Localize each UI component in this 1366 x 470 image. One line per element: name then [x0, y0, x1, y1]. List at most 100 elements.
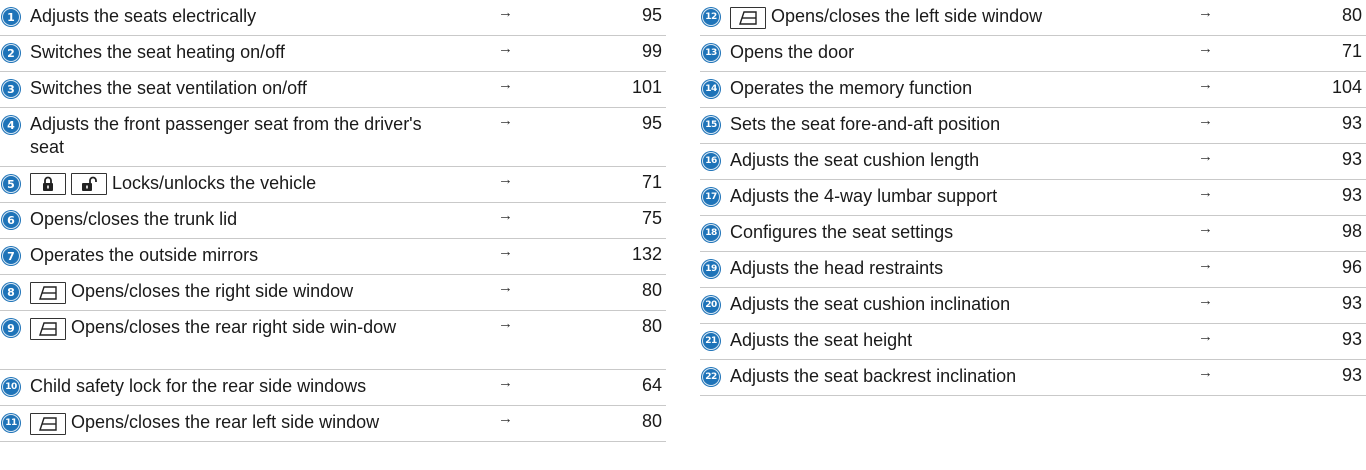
list-item: 19 Adjusts the head restraints → 96	[700, 252, 1366, 288]
item-description-with-keys: Locks/unlocks the vehicle	[30, 167, 450, 195]
page-reference[interactable]: 93	[1302, 113, 1362, 134]
item-label: Locks/unlocks the vehicle	[112, 173, 317, 193]
page-reference[interactable]: 80	[1302, 5, 1362, 26]
page-reference-arrow: →	[1198, 328, 1213, 345]
list-item: 6 Opens/closes the trunk lid → 75	[0, 203, 666, 239]
item-description: Opens/closes the trunk lid	[30, 209, 238, 229]
list-item: 11 Opens/closes the rear left side windo…	[0, 406, 666, 442]
page-reference-arrow: →	[1198, 4, 1213, 21]
left-column: 1 Adjusts the seats electrically → 95 2 …	[0, 0, 666, 442]
page-reference-arrow: →	[1198, 364, 1213, 381]
window-icon	[730, 7, 766, 29]
list-item: 7 Operates the outside mirrors → 132	[0, 239, 666, 275]
item-number-badge: 22	[702, 368, 720, 386]
page-reference-arrow: →	[1198, 112, 1213, 129]
page-reference[interactable]: 93	[1302, 329, 1362, 350]
item-number-badge: 14	[702, 80, 720, 98]
page-reference[interactable]: 98	[1302, 221, 1362, 242]
item-description: Adjusts the seat backrest inclination	[730, 366, 1017, 386]
window-icon	[30, 282, 66, 304]
page-reference-arrow: →	[1198, 184, 1213, 201]
list-item: 18 Configures the seat settings → 98	[700, 216, 1366, 252]
item-number-badge: 16	[702, 152, 720, 170]
page-reference[interactable]: 95	[602, 5, 662, 26]
page-reference[interactable]: 104	[1302, 77, 1362, 98]
list-item: 2 Switches the seat heating on/off → 99	[0, 36, 666, 72]
page-reference-arrow: →	[498, 171, 513, 188]
page-reference[interactable]: 71	[1302, 41, 1362, 62]
item-description: Adjusts the 4-way lumbar support	[730, 186, 998, 206]
page-reference-arrow: →	[1198, 76, 1213, 93]
item-description: Operates the outside mirrors	[30, 245, 259, 265]
page-reference[interactable]: 101	[602, 77, 662, 98]
page-reference[interactable]: 93	[1302, 149, 1362, 170]
item-number-badge: 11	[2, 414, 20, 432]
page-reference[interactable]: 93	[1302, 365, 1362, 386]
item-number-badge: 1	[2, 8, 20, 26]
list-item: 13 Opens the door → 71	[700, 36, 1366, 72]
page-reference-arrow: →	[498, 112, 513, 129]
page-reference[interactable]: 132	[602, 244, 662, 265]
list-item: 16 Adjusts the seat cushion length → 93	[700, 144, 1366, 180]
item-number-badge: 5	[2, 175, 20, 193]
item-description: Switches the seat heating on/off	[30, 42, 285, 62]
item-description: Adjusts the head restraints	[730, 258, 944, 278]
item-description: Adjusts the seat height	[730, 330, 913, 350]
page-reference[interactable]: 80	[602, 280, 662, 301]
page-reference-arrow: →	[498, 4, 513, 21]
list-item: 1 Adjusts the seats electrically → 95	[0, 0, 666, 36]
list-item: 3 Switches the seat ventilation on/off →…	[0, 72, 666, 108]
item-description-with-keys: Opens/closes the rear right side win-dow	[30, 311, 450, 340]
list-item: 15 Sets the seat fore-and-aft position →…	[700, 108, 1366, 144]
page-reference-arrow: →	[498, 207, 513, 224]
window-icon	[30, 318, 66, 340]
item-label: Opens/closes the rear right side win-dow	[71, 317, 397, 337]
list-item: 9 Opens/closes the rear right side win-d…	[0, 311, 666, 370]
item-label: Opens/closes the right side window	[71, 281, 354, 301]
page-reference[interactable]: 93	[1302, 185, 1362, 206]
item-number-badge: 12	[702, 8, 720, 26]
item-label: Opens/closes the rear left side window	[71, 412, 380, 432]
page-reference[interactable]: 75	[602, 208, 662, 229]
item-description: Sets the seat fore-and-aft position	[730, 114, 1001, 134]
item-description: Switches the seat ventilation on/off	[30, 78, 307, 98]
item-description: Adjusts the seat cushion length	[730, 150, 980, 170]
page-reference-arrow: →	[498, 40, 513, 57]
page-reference-arrow: →	[498, 315, 513, 332]
page-reference-arrow: →	[1198, 256, 1213, 273]
right-column: 12 Opens/closes the left side window → 8…	[700, 0, 1366, 396]
page-reference[interactable]: 80	[602, 316, 662, 337]
list-item: 5 Locks/unlocks the vehicle → 71	[0, 167, 666, 203]
page-reference[interactable]: 93	[1302, 293, 1362, 314]
item-number-badge: 4	[2, 116, 20, 134]
list-item: 21 Adjusts the seat height → 93	[700, 324, 1366, 360]
item-description: Operates the memory function	[730, 78, 973, 98]
page-reference-arrow: →	[498, 374, 513, 391]
item-number-badge: 18	[702, 224, 720, 242]
page-reference-arrow: →	[498, 279, 513, 296]
page-reference[interactable]: 64	[602, 375, 662, 396]
page-reference[interactable]: 95	[602, 113, 662, 134]
page-reference[interactable]: 80	[602, 411, 662, 432]
list-item: 20 Adjusts the seat cushion inclination …	[700, 288, 1366, 324]
item-description: Child safety lock for the rear side wind…	[30, 376, 367, 396]
page-reference[interactable]: 96	[1302, 257, 1362, 278]
unlock-icon	[71, 173, 107, 195]
item-description-with-keys: Opens/closes the rear left side window	[30, 406, 450, 435]
page-reference-arrow: →	[498, 243, 513, 260]
item-description: Configures the seat settings	[730, 222, 954, 242]
item-label: Opens/closes the left side window	[771, 6, 1043, 26]
page-reference-arrow: →	[1198, 292, 1213, 309]
page-reference-arrow: →	[498, 410, 513, 427]
item-number-badge: 7	[2, 247, 20, 265]
page-reference[interactable]: 71	[602, 172, 662, 193]
item-description: Adjusts the seats electrically	[30, 6, 257, 26]
item-number-badge: 17	[702, 188, 720, 206]
lock-icon	[30, 173, 66, 195]
page-reference[interactable]: 99	[602, 41, 662, 62]
item-number-badge: 21	[702, 332, 720, 350]
item-number-badge: 13	[702, 44, 720, 62]
list-item: 14 Operates the memory function → 104	[700, 72, 1366, 108]
list-item: 12 Opens/closes the left side window → 8…	[700, 0, 1366, 36]
window-icon	[30, 413, 66, 435]
